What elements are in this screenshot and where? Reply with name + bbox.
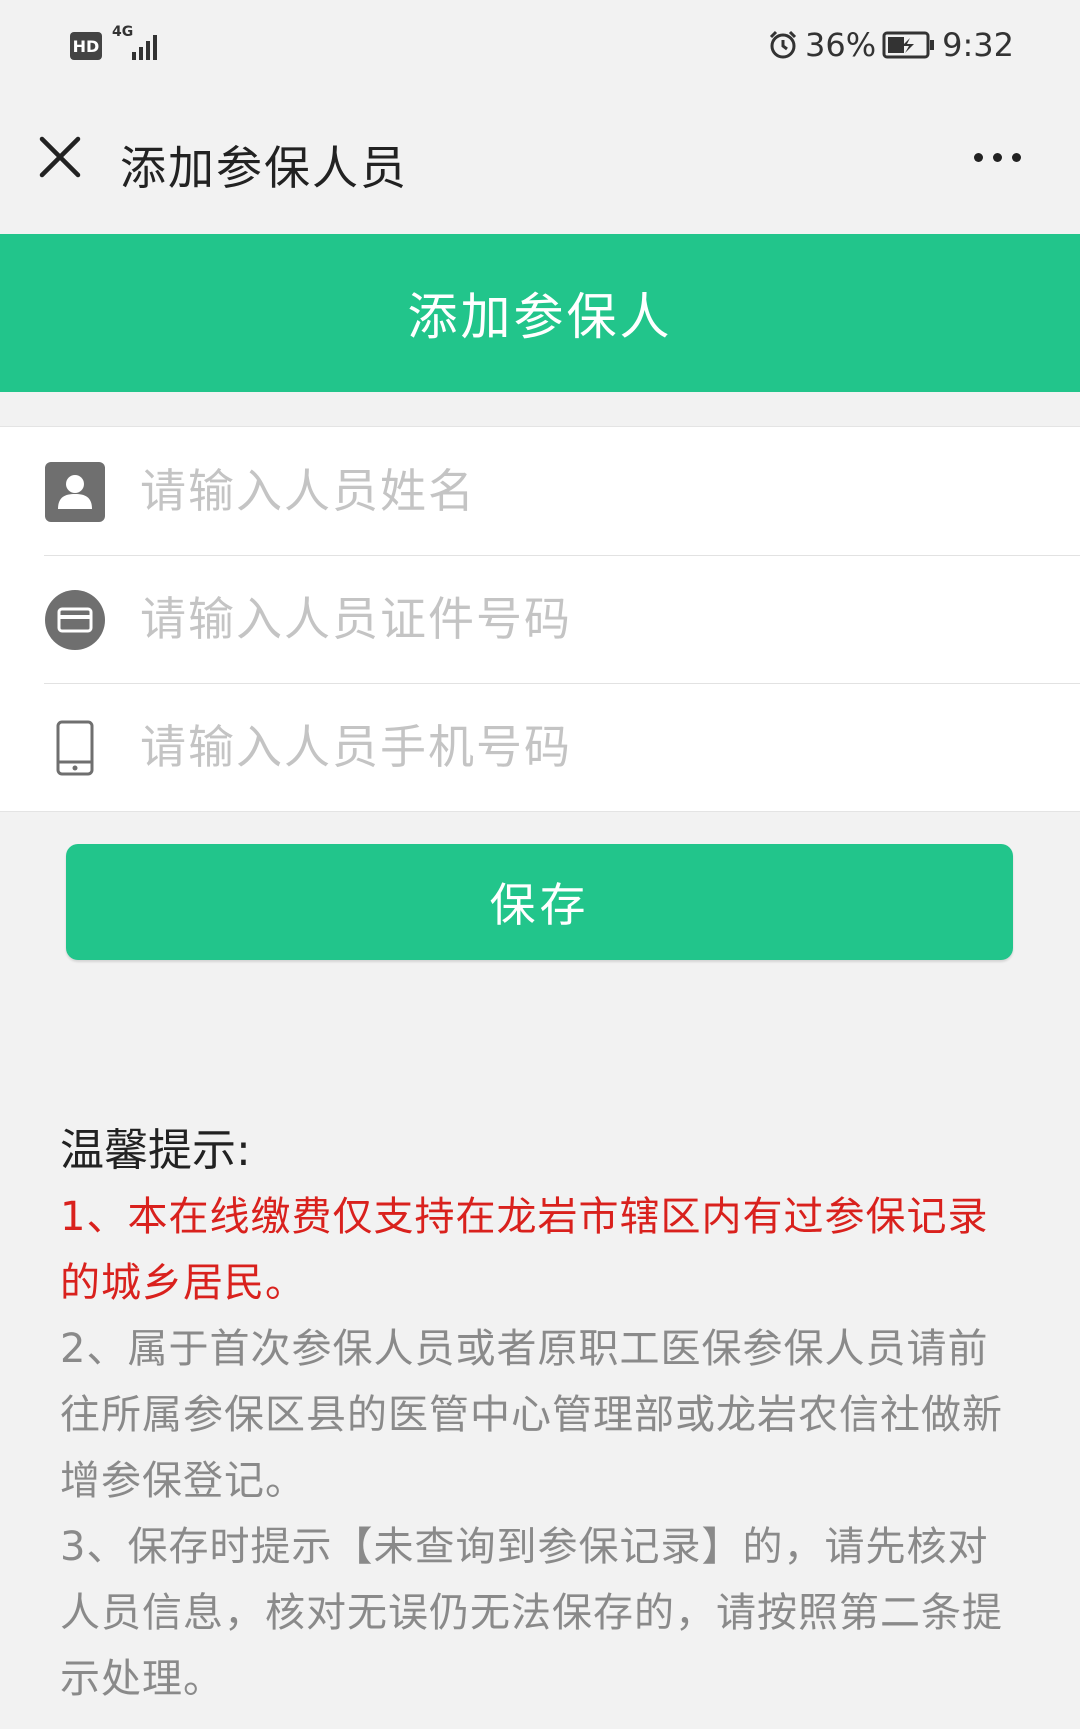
screen: HD 4G 36% 9:32 添加参保人员 添加参保人 请输入人员姓名 请输入人…: [0, 0, 1080, 1729]
clock: 9:32: [942, 26, 1014, 64]
status-left: HD 4G: [70, 24, 168, 60]
signal-bar: [146, 41, 150, 60]
signal-bar: [132, 52, 136, 60]
more-button[interactable]: [962, 132, 1032, 182]
signal-bars: [132, 35, 157, 60]
more-icon: [992, 152, 1002, 162]
close-icon: [39, 136, 81, 178]
signal-bar: [139, 47, 143, 60]
network-type: 4G: [112, 24, 134, 40]
signal-bar: [153, 35, 157, 60]
name-input[interactable]: [140, 451, 1040, 531]
phone-input[interactable]: [140, 707, 1040, 787]
name-row: [0, 427, 1080, 555]
save-button[interactable]: 保存: [66, 844, 1013, 960]
hd-badge: HD: [70, 32, 102, 60]
tips-title: 温馨提示:: [60, 1125, 251, 1176]
close-button[interactable]: [30, 127, 90, 187]
tip-item: 1、本在线缴费仅支持在龙岩市辖区内有过参保记录的城乡居民。: [60, 1194, 989, 1306]
id-number-input[interactable]: [140, 579, 1040, 659]
phone-row: [0, 683, 1080, 811]
id-row: [0, 555, 1080, 683]
tip-item: 3、保存时提示【未查询到参保记录】的，请先核对人员信息，核对无误仍无法保存的，请…: [60, 1524, 1003, 1702]
header-banner: 添加参保人: [0, 234, 1080, 392]
status-right: 36% 9:32: [767, 26, 1014, 64]
page-title: 添加参保人员: [120, 141, 408, 195]
insured-person-form: [0, 426, 1080, 812]
tip-item: 2、属于首次参保人员或者原职工医保参保人员请前往所属参保区县的医管中心管理部或龙…: [60, 1326, 1003, 1504]
title-bar: 添加参保人员: [0, 92, 1080, 234]
more-icon: [1011, 152, 1021, 162]
banner-title: 添加参保人: [407, 288, 673, 346]
id-card-icon: [44, 589, 106, 651]
battery-charging-icon: [882, 30, 936, 60]
person-icon: [44, 461, 106, 523]
more-icon: [973, 152, 983, 162]
status-bar: HD 4G 36% 9:32: [0, 0, 1080, 92]
battery-percent: 36%: [805, 26, 877, 64]
phone-icon: [44, 717, 106, 779]
tips-section: 温馨提示: 1、本在线缴费仅支持在龙岩市辖区内有过参保记录的城乡居民。 2、属于…: [60, 1118, 1020, 1712]
signal-icon: 4G: [112, 24, 168, 60]
alarm-icon: [767, 29, 799, 61]
